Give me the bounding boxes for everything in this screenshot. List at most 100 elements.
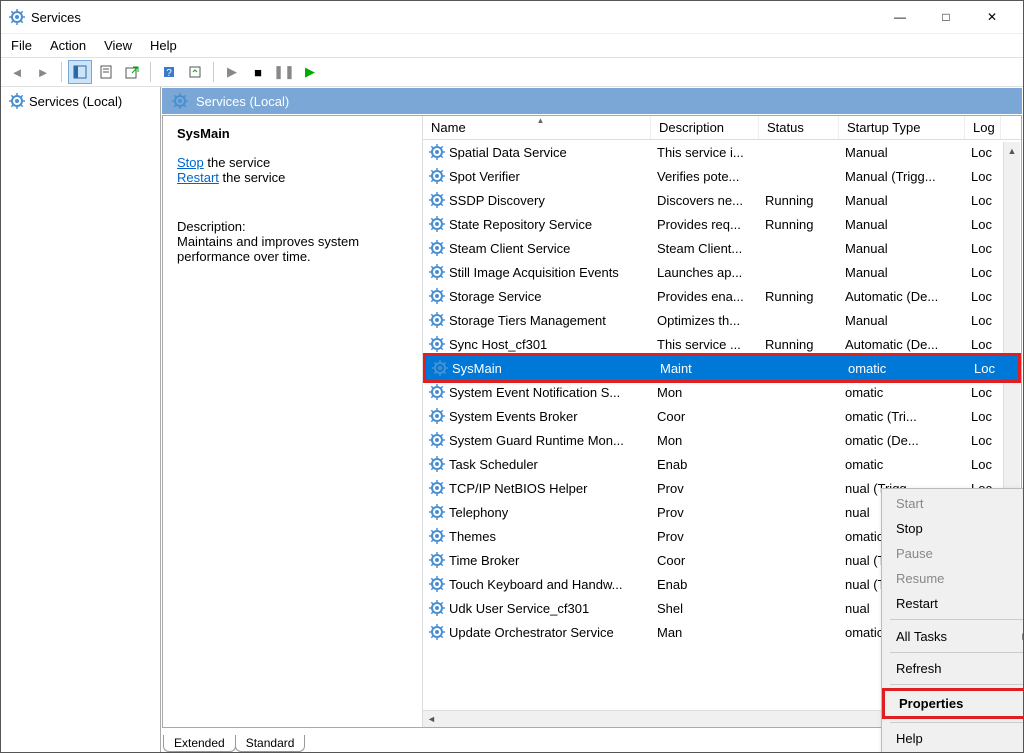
service-row[interactable]: Storage Tiers ManagementOptimizes th...M… [423, 308, 1021, 332]
service-row[interactable]: Spot Verifier Verifies pote... Manual (Tri… [423, 164, 1021, 188]
menu-stop[interactable]: Stop [882, 516, 1023, 541]
column-description[interactable]: Description [651, 116, 759, 139]
menu-pause[interactable]: Pause [882, 541, 1023, 566]
scroll-left-icon[interactable]: ◄ [423, 711, 440, 728]
menu-help[interactable]: Help [882, 726, 1023, 751]
column-startup-type[interactable]: Startup Type [839, 116, 965, 139]
stop-service-button[interactable]: ■ [246, 60, 270, 84]
service-row[interactable]: System Event Notification S...MonomaticL… [423, 380, 1021, 404]
menu-separator [890, 652, 1023, 653]
help-button[interactable]: ? [157, 60, 181, 84]
service-name-text: Update Orchestrator Service [449, 625, 614, 640]
restart-service-link[interactable]: Restart [177, 170, 219, 185]
cell-description: Shel [651, 601, 759, 616]
cell-name: Sync Host_cf301 [423, 336, 651, 352]
menu-all-tasks[interactable]: All Tasks▸ [882, 623, 1023, 649]
cell-description: Prov [651, 529, 759, 544]
service-row[interactable]: System Events BrokerCooromatic (Tri...Lo… [423, 404, 1021, 428]
cell-startup: Manual [839, 265, 965, 280]
cell-logon: Loc [965, 193, 1001, 208]
detail-pane: SysMain Stop the service Restart the ser… [163, 116, 423, 727]
gear-icon [429, 240, 445, 256]
service-row[interactable]: Storage ServiceProvides ena...RunningAut… [423, 284, 1021, 308]
service-row[interactable]: State Repository Service Provides req...R… [423, 212, 1021, 236]
pause-service-button[interactable]: ❚❚ [272, 60, 296, 84]
cell-startup: Manual [839, 193, 965, 208]
cell-description: Enab [651, 457, 759, 472]
cell-name: Update Orchestrator Service [423, 624, 651, 640]
cell-startup: Automatic (De... [839, 289, 965, 304]
service-row[interactable]: SSDP DiscoveryDiscovers ne...RunningManu… [423, 188, 1021, 212]
service-name-text: Spot Verifier [449, 169, 520, 184]
tab-standard[interactable]: Standard [235, 735, 306, 752]
cell-name: Still Image Acquisition Events [423, 264, 651, 280]
service-row[interactable]: Task SchedulerEnabomaticLoc [423, 452, 1021, 476]
menu-file[interactable]: File [11, 38, 32, 53]
cell-startup: omatic (Tri... [839, 409, 965, 424]
service-name-text: State Repository Service [449, 217, 592, 232]
menu-restart[interactable]: Restart [882, 591, 1023, 616]
gear-icon [429, 192, 445, 208]
toolbar-separator [150, 62, 151, 82]
cell-description: Enab [651, 577, 759, 592]
cell-logon: Loc [965, 145, 1001, 160]
scroll-up-icon[interactable]: ▲ [1004, 142, 1020, 159]
maximize-button[interactable]: □ [923, 2, 969, 32]
menu-properties[interactable]: Properties [882, 688, 1023, 719]
cell-startup: Manual (Trigg... [839, 169, 965, 184]
cell-name: Touch Keyboard and Handw... [423, 576, 651, 592]
stop-service-line: Stop the service [177, 155, 408, 170]
forward-button[interactable]: ► [31, 60, 55, 84]
show-hide-tree-button[interactable] [68, 60, 92, 84]
menu-help[interactable]: Help [150, 38, 177, 53]
cell-name: SysMain [426, 360, 654, 376]
minimize-button[interactable]: — [877, 2, 923, 32]
service-row[interactable]: Still Image Acquisition EventsLaunches a… [423, 260, 1021, 284]
service-row[interactable]: Steam Client ServiceSteam Client...Manua… [423, 236, 1021, 260]
column-headers: Name▲ Description Status Startup Type Lo… [423, 116, 1021, 140]
menu-refresh[interactable]: Refresh [882, 656, 1023, 681]
tree-item-services-local[interactable]: Services (Local) [5, 91, 156, 111]
cell-name: Steam Client Service [423, 240, 651, 256]
cell-startup: Manual [839, 313, 965, 328]
cell-logon: Loc [965, 217, 1001, 232]
cell-status: Running [759, 193, 839, 208]
cell-name: Time Broker [423, 552, 651, 568]
service-name-text: Storage Tiers Management [449, 313, 606, 328]
cell-status: Running [759, 289, 839, 304]
cell-name: Udk User Service_cf301 [423, 600, 651, 616]
cell-name: Themes [423, 528, 651, 544]
gear-icon [429, 144, 445, 160]
close-button[interactable]: ✕ [969, 2, 1015, 32]
cell-description: Verifies pote... [651, 169, 759, 184]
menu-resume[interactable]: Resume [882, 566, 1023, 591]
column-status[interactable]: Status [759, 116, 839, 139]
body: Services (Local) Services (Local) SysMai… [1, 87, 1023, 752]
cell-description: Provides req... [651, 217, 759, 232]
start-service-button[interactable]: ▶ [220, 60, 244, 84]
properties-button[interactable] [94, 60, 118, 84]
menu-action[interactable]: Action [50, 38, 86, 53]
refresh-button[interactable] [183, 60, 207, 84]
cell-startup: omatic [842, 361, 968, 376]
restart-service-button[interactable]: ▶ [298, 60, 322, 84]
stop-service-link[interactable]: Stop [177, 155, 204, 170]
tab-extended[interactable]: Extended [163, 735, 236, 752]
tree-item-label: Services (Local) [29, 94, 122, 109]
cell-status: Running [759, 337, 839, 352]
service-row[interactable]: Spatial Data ServiceThis service i...Man… [423, 140, 1021, 164]
service-row[interactable]: SysMainMaintomaticLoc [423, 353, 1021, 383]
app-icon [9, 9, 25, 25]
cell-startup: Manual [839, 241, 965, 256]
column-name[interactable]: Name▲ [423, 116, 651, 139]
export-button[interactable] [120, 60, 144, 84]
menu-view[interactable]: View [104, 38, 132, 53]
gear-icon [429, 312, 445, 328]
sort-icon: ▲ [537, 116, 545, 125]
back-button[interactable]: ◄ [5, 60, 29, 84]
cell-status: Running [759, 217, 839, 232]
menu-start[interactable]: Start [882, 491, 1023, 516]
column-logon[interactable]: Log [965, 116, 1001, 139]
cell-name: Spot Verifier [423, 168, 651, 184]
service-row[interactable]: System Guard Runtime Mon...Monomatic (De… [423, 428, 1021, 452]
